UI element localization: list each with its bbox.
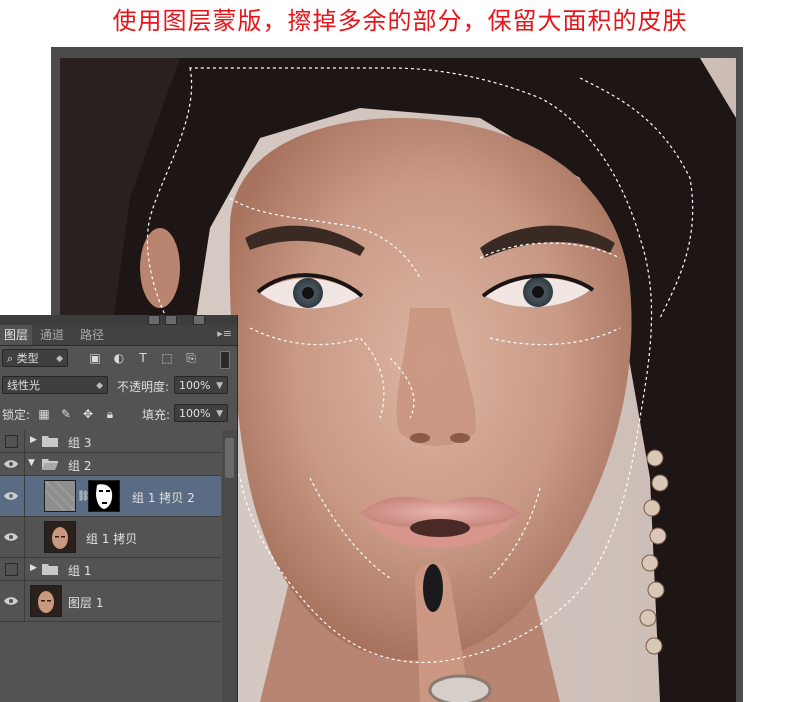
panel-tabs: 图层 通道 路径 ▸≡ [0,325,237,346]
layers-list: ▶ 组 3 ▼ 组 2 ⛓ 组 1 拷贝 2 组 1 拷贝 ▶ 组 1 图层 1 [0,430,221,702]
blend-mode-value: 线性光 [7,379,40,392]
lock-position-icon[interactable]: ✥ [81,407,95,421]
layer-name: 组 1 拷贝 2 [132,491,195,505]
adjustment-icon[interactable]: ◐ [112,351,126,365]
visibility-cell[interactable] [0,581,25,621]
chevron-updown-icon: ◆ [56,354,63,364]
chevron-down-icon: ▼ [216,409,223,419]
layers-panel: 图层 通道 路径 ▸≡ ⌕ 类型 ◆ ▣ ◐ T ⬚ ⎘ 线性光 ◆ 不透明度:… [0,315,238,702]
layers-scrollbar[interactable] [222,430,237,702]
layer-row-group-3[interactable]: ▶ 组 3 [0,430,221,453]
layer-name: 组 2 [68,459,92,473]
tab-layers[interactable]: 图层 [0,325,33,345]
panel-dock-icon[interactable] [165,315,177,325]
fill-field[interactable]: 100% ▼ [174,404,228,422]
filter-row: ⌕ 类型 ◆ ▣ ◐ T ⬚ ⎘ [0,347,237,371]
tab-paths[interactable]: 路径 [76,325,108,345]
layer-row-layer-1[interactable]: 图层 1 [0,581,221,622]
eye-icon[interactable] [4,491,18,501]
chevron-updown-icon: ◆ [96,381,103,391]
expand-arrow-icon[interactable]: ▶ [30,563,37,573]
visibility-off-checkbox[interactable] [5,563,18,576]
opacity-value: 100% [179,379,211,392]
panel-collapse-icon[interactable] [148,315,160,325]
chevron-down-icon: ▼ [216,381,223,391]
layer-row-group-1[interactable]: ▶ 组 1 [0,558,221,581]
lock-image-icon[interactable]: ✎ [59,407,73,421]
collapse-arrow-icon[interactable]: ▼ [28,458,35,468]
folder-icon [42,436,58,447]
headline: 使用图层蒙版，擦掉多余的部分，保留大面积的皮肤 [112,7,688,35]
filter-kind-select[interactable]: ⌕ 类型 ◆ [2,349,68,367]
opacity-field[interactable]: 100% ▼ [174,376,228,394]
layer-name: 组 3 [68,436,92,450]
lock-all-icon[interactable]: 🔒︎ [103,407,117,421]
folder-icon [42,564,58,575]
layer-name: 组 1 [68,564,92,578]
mask-thumbnail[interactable] [88,480,120,512]
filter-toggle-switch[interactable] [220,351,230,369]
visibility-cell[interactable] [0,453,25,475]
eye-icon[interactable] [4,459,18,469]
blend-row: 线性光 ◆ 不透明度: 100% ▼ [0,374,237,398]
layer-thumbnail[interactable] [30,585,62,617]
visibility-cell[interactable] [0,476,25,516]
tab-channels[interactable]: 通道 [36,325,68,345]
folder-open-icon [42,459,58,470]
layer-thumbnail[interactable] [44,521,76,553]
scrollbar-thumb[interactable] [225,438,234,478]
image-icon[interactable]: ▣ [88,351,102,365]
layer-name: 组 1 拷贝 [86,532,138,546]
lock-transparent-icon[interactable]: ▦ [37,407,51,421]
visibility-cell[interactable] [0,517,25,557]
visibility-cell[interactable] [0,558,25,580]
opacity-label: 不透明度: [117,380,170,394]
fill-label: 填充: [142,408,171,422]
layer-row-group-2[interactable]: ▼ 组 2 [0,453,221,476]
visibility-off-checkbox[interactable] [5,435,18,448]
lock-label: 锁定: [2,408,31,422]
visibility-cell[interactable] [0,430,25,452]
blend-mode-select[interactable]: 线性光 ◆ [2,376,108,394]
eye-icon[interactable] [4,532,18,542]
shape-icon[interactable]: ⬚ [160,351,174,365]
panel-close-icon[interactable] [193,315,205,325]
layer-thumbnail[interactable] [44,480,76,512]
layer-row-copy-2[interactable]: ⛓ 组 1 拷贝 2 [0,476,221,517]
type-icon[interactable]: T [136,351,150,365]
panel-menu-icon[interactable]: ▸≡ [217,327,232,340]
lock-row: 锁定: ▦ ✎ ✥ 🔒︎ 填充: 100% ▼ [0,402,237,426]
smart-object-icon[interactable]: ⎘ [184,351,198,365]
filter-kind-label: 类型 [16,352,39,365]
fill-value: 100% [179,407,211,420]
eye-icon[interactable] [4,596,18,606]
search-icon: ⌕ [7,352,14,365]
expand-arrow-icon[interactable]: ▶ [30,435,37,445]
layer-name: 图层 1 [68,596,104,610]
layer-row-copy[interactable]: 组 1 拷贝 [0,517,221,558]
panel-topbar [0,315,237,325]
